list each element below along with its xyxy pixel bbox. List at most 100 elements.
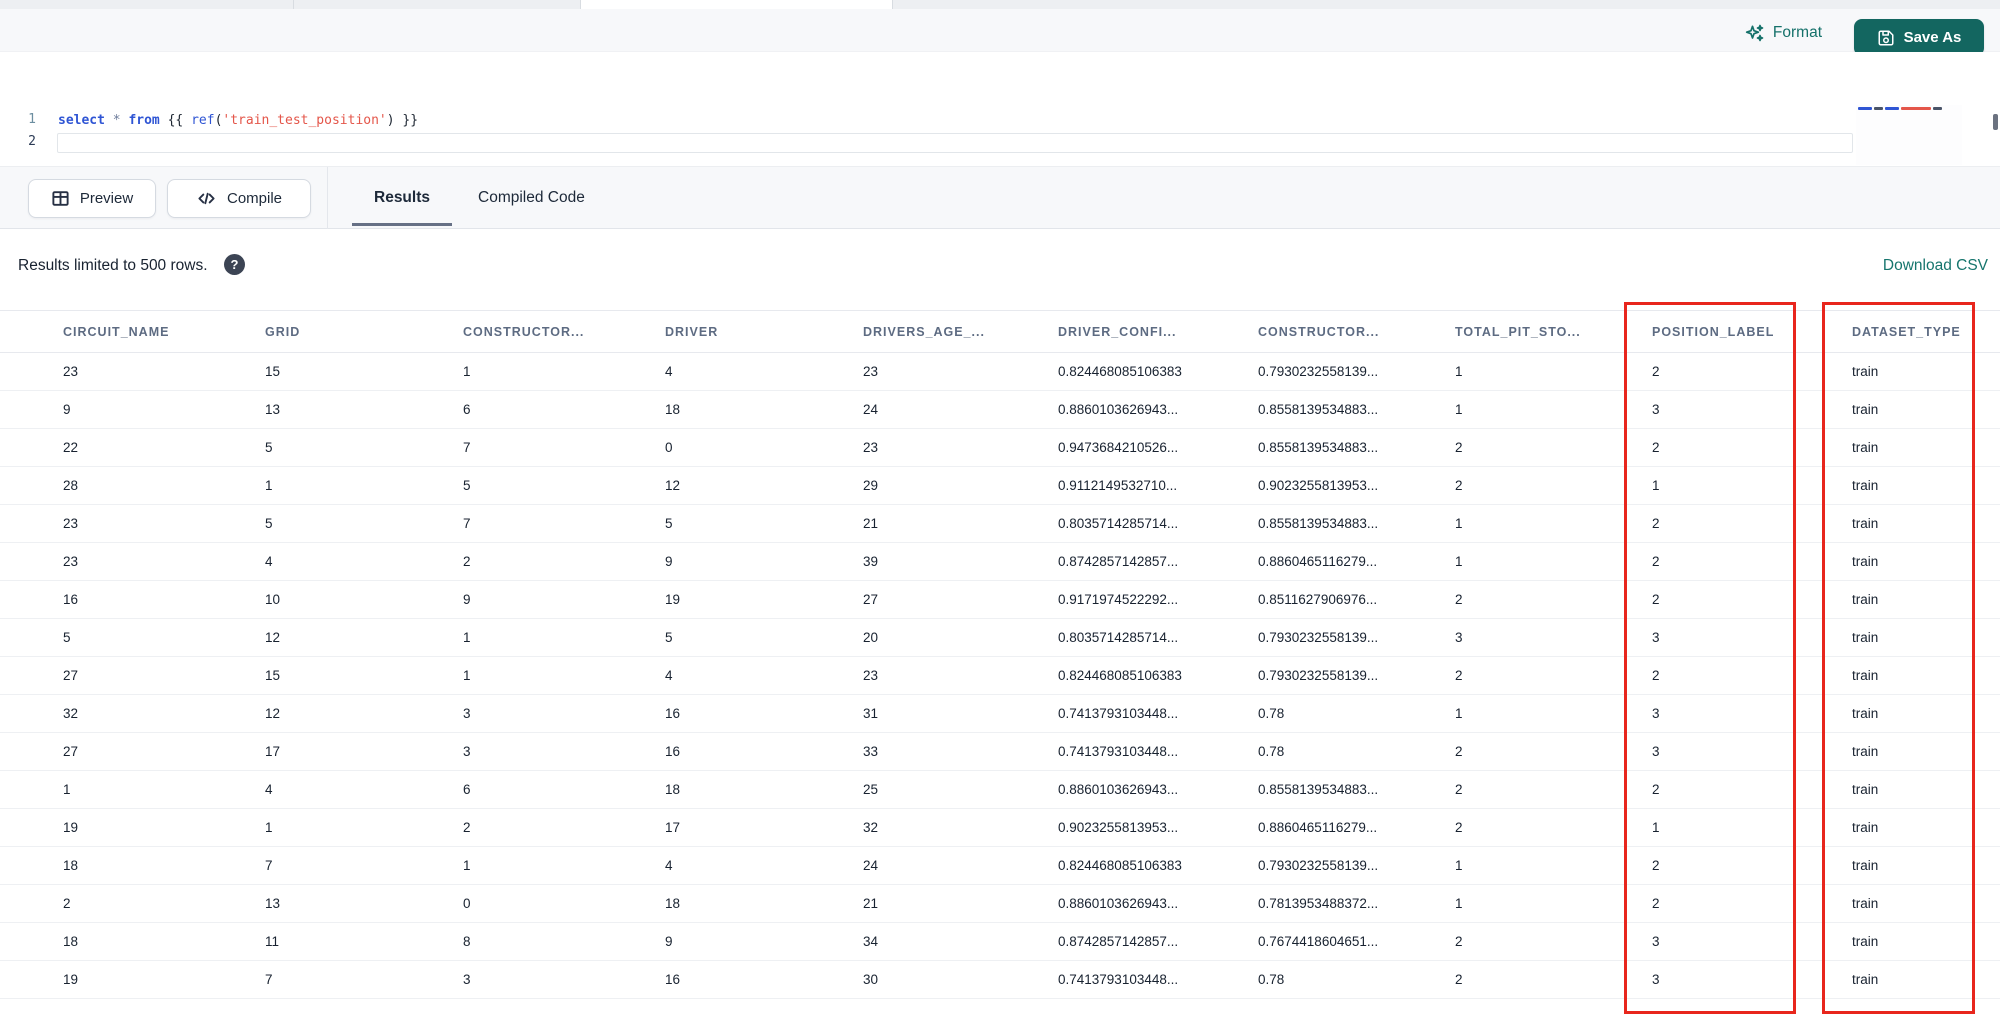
table-cell: 28 [0,466,200,505]
download-csv-link[interactable]: Download CSV [1883,257,1988,275]
active-file-tab[interactable] [580,0,893,9]
table-cell: 0.7674418604651... [1200,922,1400,961]
table-cell: 19 [0,808,200,847]
table-cell: 0.8558139534883... [1200,504,1400,543]
code-token: * [112,113,121,128]
editor-scrollbar[interactable] [1993,114,1998,130]
column-header: CIRCUIT_NAME [0,310,200,353]
table-cell: 29 [800,466,1000,505]
table-cell: 27 [0,732,200,771]
save-as-button[interactable]: Save As [1854,19,1984,56]
table-cell: 3 [400,694,600,733]
preview-button[interactable]: Preview [28,179,156,218]
tab-compiled-code[interactable]: Compiled Code [454,167,609,229]
tab-compiled-code-label: Compiled Code [478,189,585,206]
table-grid-icon [51,189,70,208]
active-line-highlight [57,133,1853,153]
code-token: select [58,113,105,128]
table-cell: 0.7413793103448... [1000,694,1200,733]
table-cell: 0.9023255813953... [1000,808,1200,847]
table-cell: 2 [1400,922,1600,961]
column-header: GRID [200,310,400,353]
table-cell: 0.9473684210526... [1000,428,1200,467]
table-cell: 12 [200,694,400,733]
table-cell: 15 [200,352,400,391]
table-cell: 0.78 [1200,960,1400,999]
table-cell: 2 [1400,656,1600,695]
editor-minimap[interactable] [1856,105,1962,165]
table-cell: 23 [0,542,200,581]
table-cell: 1 [1400,846,1600,885]
table-cell: 0.9171974522292... [1000,580,1200,619]
table-cell: 24 [800,390,1000,429]
table-cell: 5 [200,428,400,467]
table-cell: 0.8860465116279... [1200,808,1400,847]
table-cell: 6 [400,390,600,429]
table-cell: 39 [800,542,1000,581]
table-cell: 0.7930232558139... [1200,846,1400,885]
action-bar-divider [327,167,328,229]
table-cell: 2 [400,542,600,581]
code-token: ref [191,113,215,128]
table-cell: 32 [800,808,1000,847]
table-cell: 0.7413793103448... [1000,732,1200,771]
line-number-1: 1 [28,112,36,127]
row-limit-text: Results limited to 500 rows. [18,257,208,274]
table-cell: 19 [0,960,200,999]
table-cell: 18 [600,390,800,429]
table-cell: 1 [400,352,600,391]
tab-results-label: Results [374,189,430,206]
table-cell: 0.7930232558139... [1200,618,1400,657]
table-cell: 4 [200,770,400,809]
results-tabs: Results Compiled Code [350,167,609,229]
table-cell: 2 [1400,808,1600,847]
ide-page: Format Save As 1 2 select * from {{ ref(… [0,0,2000,1020]
table-cell: 16 [600,732,800,771]
table-cell: 19 [600,580,800,619]
minimap-line [1858,107,1942,110]
table-cell: 23 [0,352,200,391]
table-cell: 27 [800,580,1000,619]
table-cell: 1 [1400,504,1600,543]
table-cell: 16 [600,960,800,999]
table-cell: 0.8742857142857... [1000,922,1200,961]
table-cell: 9 [0,390,200,429]
table-cell: 0.9112149532710... [1000,466,1200,505]
table-cell: 22 [0,428,200,467]
sql-editor[interactable]: 1 2 select * from {{ ref('train_test_pos… [0,52,2000,166]
preview-label: Preview [79,190,134,207]
tab-results[interactable]: Results [350,167,454,229]
tab-divider [293,0,294,9]
table-cell: 21 [800,504,1000,543]
table-cell: 1 [1400,694,1600,733]
table-cell: 23 [800,428,1000,467]
table-cell: 16 [600,694,800,733]
table-cell: 16 [0,580,200,619]
table-cell: 23 [800,656,1000,695]
editor-toolbar: Format Save As [0,9,2000,56]
table-cell: 23 [0,504,200,543]
compile-button[interactable]: Compile [167,179,311,218]
format-button[interactable]: Format [1745,23,1822,43]
table-cell: 24 [800,846,1000,885]
table-cell: 5 [400,466,600,505]
table-cell: 17 [600,808,800,847]
table-cell: 1 [1400,352,1600,391]
help-icon[interactable]: ? [224,254,245,275]
table-cell: 0.8860103626943... [1000,770,1200,809]
table-cell: 20 [800,618,1000,657]
code-token: }} [394,113,419,128]
table-cell: 21 [800,884,1000,923]
table-cell: 7 [400,428,600,467]
table-cell: 0.78 [1200,694,1400,733]
table-cell: 25 [800,770,1000,809]
table-cell: 0.9023255813953... [1200,466,1400,505]
table-cell: 3 [400,960,600,999]
table-cell: 13 [200,884,400,923]
top-tab-strip [0,0,2000,9]
sparkles-icon [1745,23,1765,43]
table-cell: 1 [1400,884,1600,923]
table-cell: 2 [1400,428,1600,467]
table-cell: 12 [600,466,800,505]
table-cell: 13 [200,390,400,429]
